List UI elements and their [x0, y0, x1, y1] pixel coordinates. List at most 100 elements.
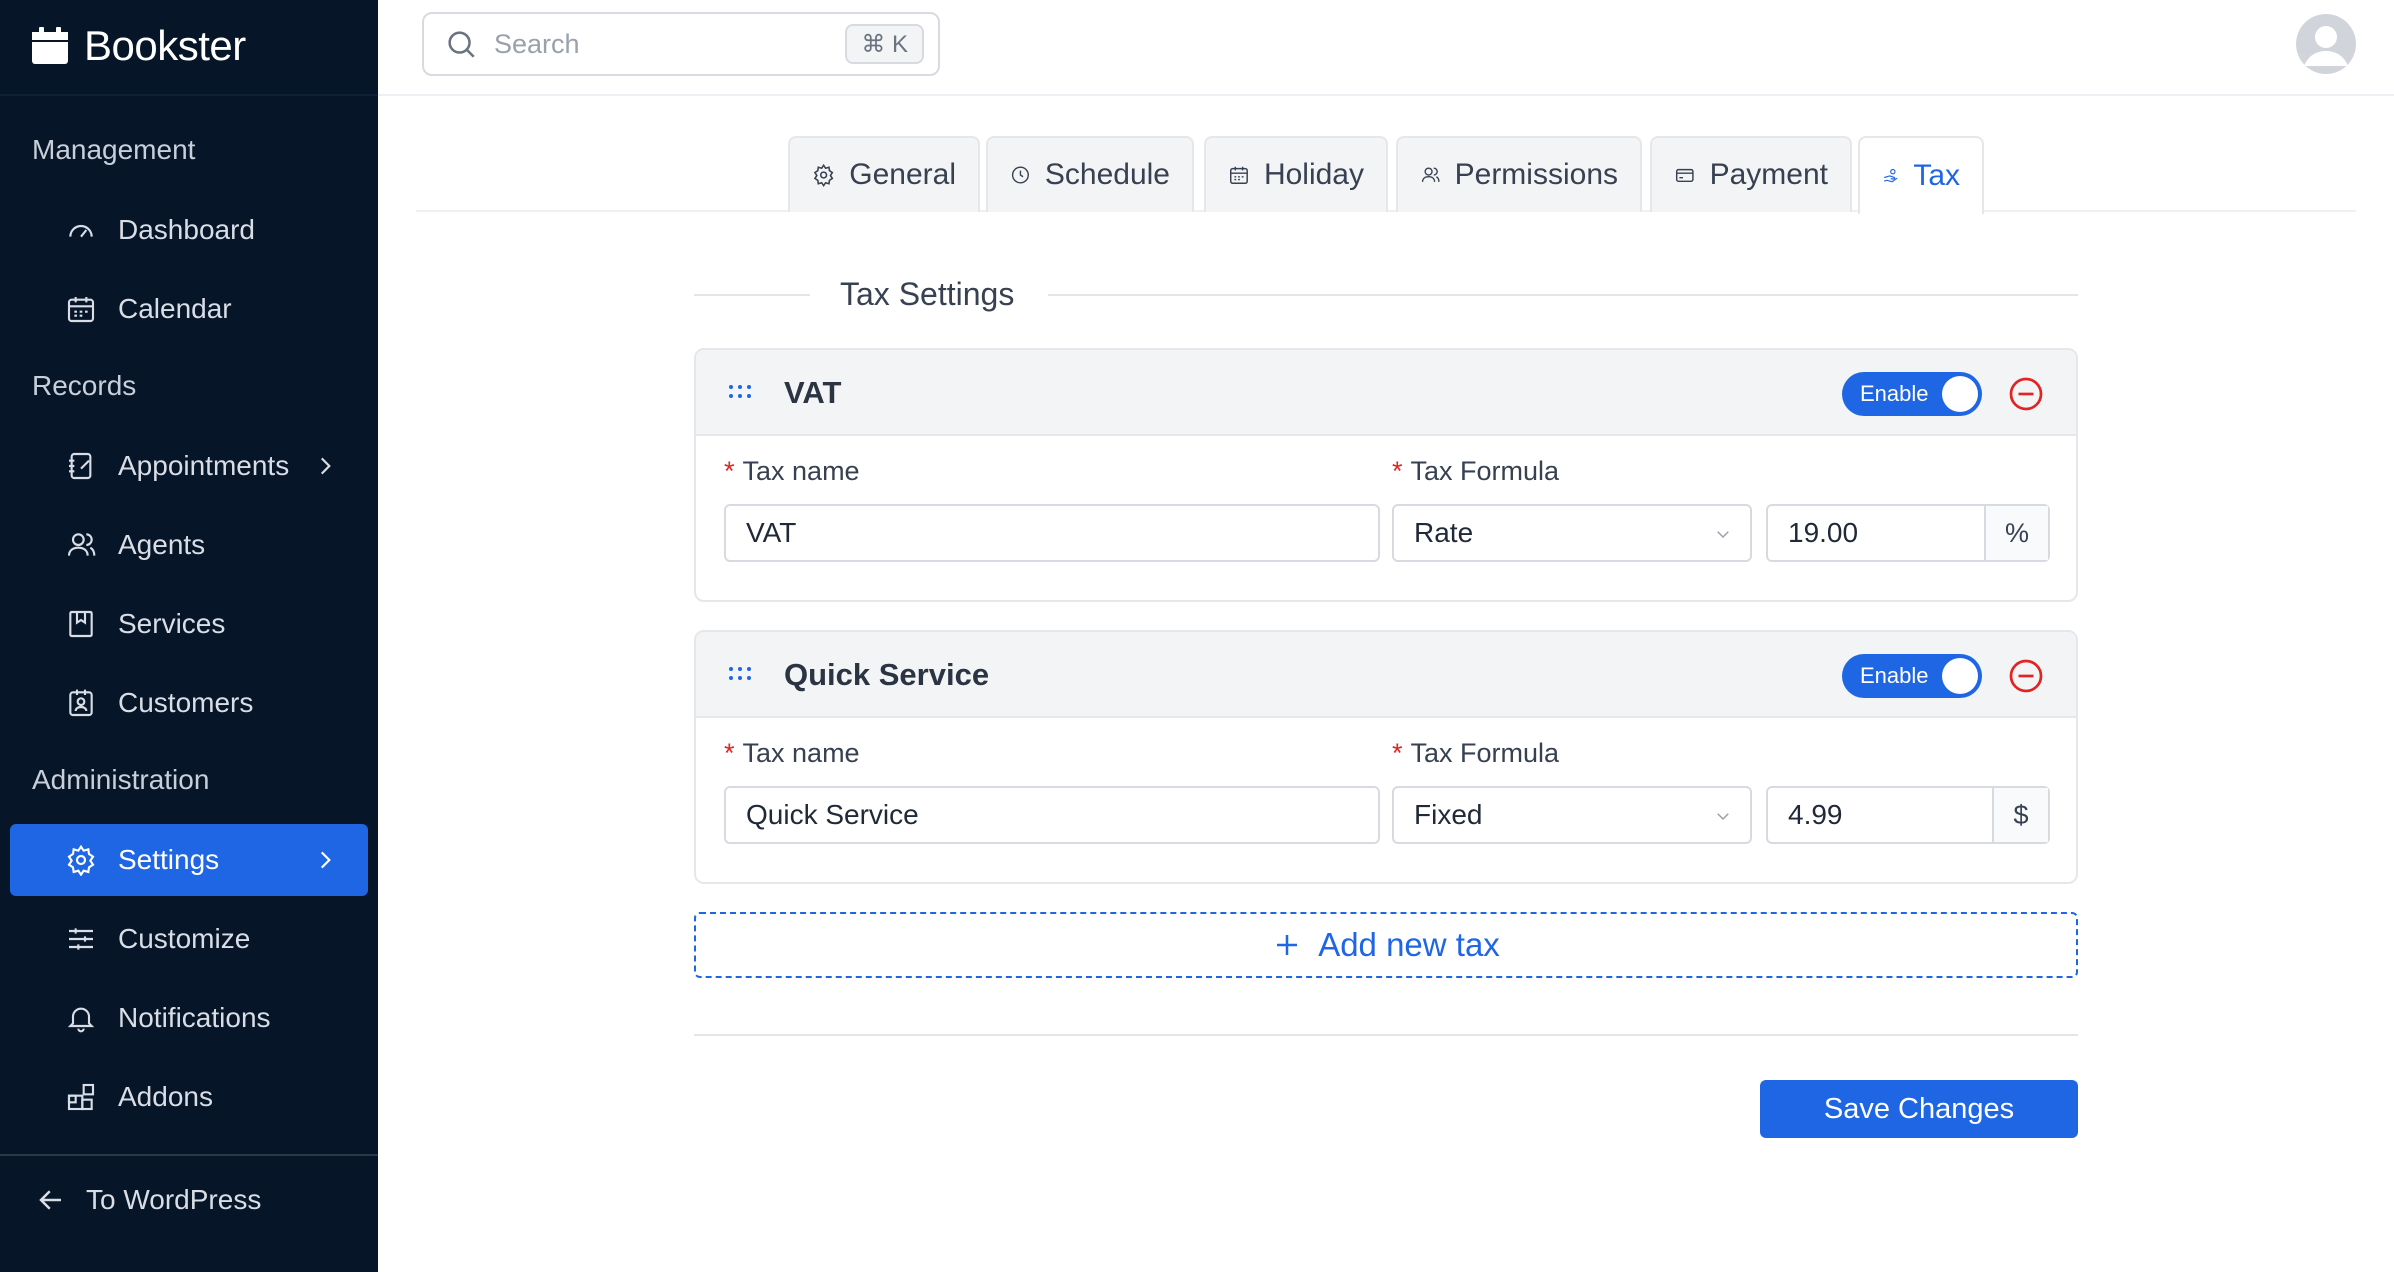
to-wordpress-link[interactable]: To WordPress [36, 1170, 261, 1230]
tab-label: Tax [1913, 159, 1960, 192]
tab-permissions[interactable]: Permissions [1396, 136, 1642, 212]
search-input[interactable]: Search ⌘ K [422, 12, 940, 76]
tab-schedule[interactable]: Schedule [986, 136, 1194, 212]
calendar-icon [64, 292, 98, 326]
label-text: Tax Formula [1410, 456, 1560, 486]
tax-formula-label: * Tax Formula [1392, 456, 1559, 487]
tax-card-title: Quick Service [784, 657, 990, 692]
sidebar-item-appointments[interactable]: Appointments [10, 430, 368, 502]
plus-icon [1277, 935, 1298, 955]
input-value: Quick Service [746, 799, 919, 830]
tab-tax[interactable]: Tax [1858, 136, 1984, 214]
chevron-down-icon [1717, 813, 1729, 821]
label-text: Tax name [742, 738, 860, 768]
sidebar-item-label: Notifications [118, 1002, 271, 1033]
notebook-icon [64, 449, 98, 483]
tax-name-input[interactable]: VAT [724, 504, 1380, 562]
remove-circle-icon[interactable] [2008, 658, 2044, 694]
section-records: Records [32, 370, 137, 401]
sidebar-item-label: Calendar [118, 293, 232, 324]
unit-addon: $ [1992, 788, 2048, 842]
sidebar-item-services[interactable]: Services [10, 588, 368, 660]
sidebar-item-label: Settings [118, 844, 220, 875]
clock-icon [1011, 166, 1029, 184]
sidebar-item-dashboard[interactable]: Dashboard [10, 194, 368, 266]
tab-payment[interactable]: Payment [1650, 136, 1852, 212]
section-administration: Administration [32, 764, 210, 795]
drag-handle-icon[interactable] [728, 666, 752, 682]
tax-settings-title: Tax Settings [840, 276, 1015, 312]
tab-holiday[interactable]: Holiday [1204, 136, 1388, 212]
tax-amount-input[interactable]: 4.99 $ [1766, 786, 2050, 844]
sidebar-item-label: Customize [118, 923, 251, 954]
sidebar-item-customers[interactable]: Customers [10, 667, 368, 739]
remove-circle-icon[interactable] [2008, 376, 2044, 412]
calendar-logo-icon [32, 27, 68, 64]
select-value: Rate [1414, 517, 1474, 548]
sidebar-item-customize[interactable]: Customize [10, 903, 368, 975]
bell-icon [64, 1001, 98, 1035]
tax-formula-label: * Tax Formula [1392, 738, 1559, 769]
tax-name-input[interactable]: Quick Service [724, 786, 1380, 844]
app-name: Bookster [84, 22, 246, 69]
tab-label: Payment [1709, 158, 1828, 191]
add-new-tax-label: Add new tax [1318, 926, 1500, 963]
sidebar-item-calendar[interactable]: Calendar [10, 273, 368, 345]
unit-addon: % [1984, 506, 2048, 560]
avatar[interactable] [2296, 14, 2356, 74]
select-value: Fixed [1414, 799, 1483, 830]
sidebar-divider [0, 94, 378, 96]
toggle-knob [1942, 376, 1978, 412]
tax-card-header: VAT Enable [696, 350, 2076, 436]
sidebar: Bookster Management Dashboard Calendar R… [0, 0, 378, 1272]
tab-label: General [849, 158, 956, 191]
chevron-right-icon [320, 851, 331, 869]
sidebar-item-addons[interactable]: Addons [10, 1061, 368, 1133]
sidebar-item-label: Customers [118, 687, 254, 718]
tax-card-header: Quick Service Enable [696, 632, 2076, 718]
tab-label: Holiday [1263, 158, 1364, 191]
section-title: Tax Settings [694, 272, 2078, 320]
search-icon [448, 31, 475, 58]
sidebar-item-label: Appointments [118, 450, 290, 481]
sliders-icon [64, 922, 98, 956]
toggle-label: Enable [1860, 663, 1929, 688]
drag-handle-icon[interactable] [728, 384, 752, 400]
section-management: Management [32, 134, 196, 165]
sidebar-item-label: Agents [118, 529, 206, 560]
to-wordpress-label: To WordPress [86, 1184, 262, 1215]
sidebar-divider [0, 1154, 378, 1156]
user-avatar-icon [2296, 14, 2356, 74]
search-placeholder: Search [494, 28, 580, 59]
tab-general[interactable]: General [788, 136, 980, 212]
sidebar-item-settings[interactable]: Settings [10, 824, 368, 896]
tax-card-vat: VAT Enable * Tax name * Tax Formula VAT Ra… [694, 348, 2078, 602]
input-value: VAT [746, 517, 797, 548]
sidebar-item-notifications[interactable]: Notifications [10, 982, 368, 1054]
arrow-left-icon [39, 1190, 61, 1210]
add-new-tax-button[interactable]: Add new tax [694, 912, 2078, 978]
divider-line [694, 294, 810, 296]
required-mark: * [724, 456, 735, 486]
sidebar-item-label: Addons [118, 1081, 213, 1112]
gear-icon [64, 843, 98, 877]
brand[interactable]: Bookster [30, 18, 246, 74]
calendar-icon [1230, 166, 1248, 184]
enable-toggle[interactable]: Enable [1842, 654, 1982, 698]
gear-icon [813, 163, 834, 188]
sidebar-item-agents[interactable]: Agents [10, 509, 368, 581]
card-icon [1675, 168, 1694, 183]
bookmark-icon [64, 607, 98, 641]
save-changes-button[interactable]: Save Changes [1760, 1080, 2078, 1138]
blocks-icon [64, 1080, 98, 1114]
gauge-icon [64, 213, 98, 247]
required-mark: * [1392, 456, 1403, 486]
tax-formula-select[interactable]: Fixed [1392, 786, 1752, 844]
chevron-down-icon [1717, 531, 1729, 539]
sidebar-item-label: Services [118, 608, 226, 639]
tax-formula-select[interactable]: Rate [1392, 504, 1752, 562]
tax-card-quick-service: Quick Service Enable * Tax name * Tax Form… [694, 630, 2078, 884]
save-changes-label: Save Changes [1823, 1092, 2015, 1125]
tax-amount-input[interactable]: 19.00 % [1766, 504, 2050, 562]
enable-toggle[interactable]: Enable [1842, 372, 1982, 416]
